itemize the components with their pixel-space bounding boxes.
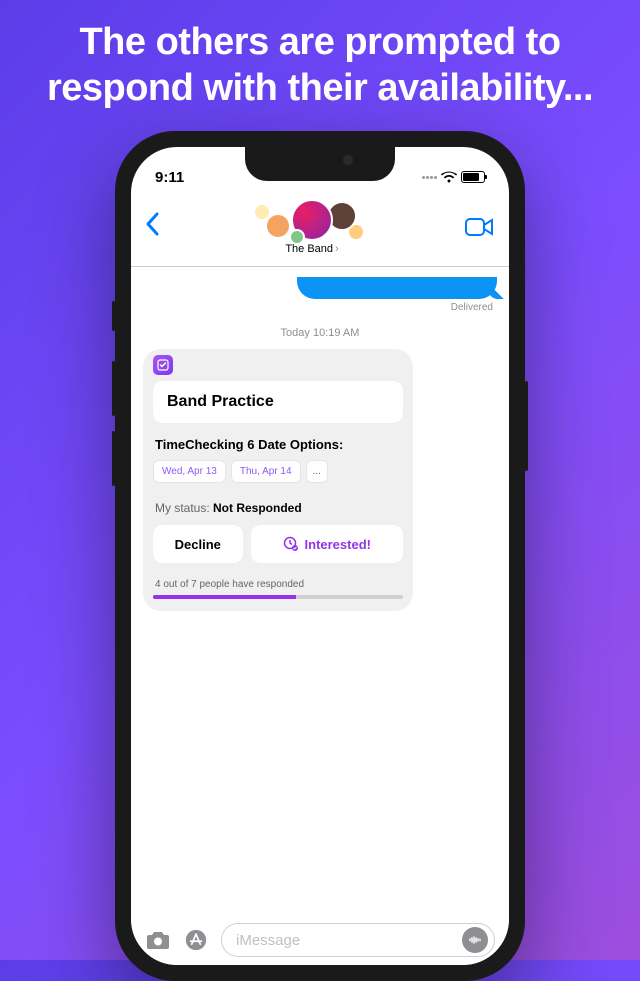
interested-button[interactable]: Interested! (251, 525, 404, 563)
battery-icon (461, 171, 485, 183)
status-indicators (422, 171, 485, 183)
delivered-status: Delivered (143, 302, 493, 313)
back-button[interactable] (145, 210, 159, 244)
outgoing-message-bubble (297, 277, 497, 299)
side-button-volume-down (112, 431, 115, 486)
wifi-icon (441, 171, 457, 183)
avatar (265, 213, 291, 239)
phone-notch (245, 147, 395, 181)
side-button-volume-up (112, 361, 115, 416)
date-option[interactable]: Wed, Apr 13 (153, 460, 226, 483)
promo-headline: The others are prompted to respond with … (0, 0, 640, 111)
side-button-power (525, 381, 528, 471)
input-area: iMessage (131, 915, 509, 965)
app-icon (153, 355, 173, 375)
app-store-icon[interactable] (183, 929, 209, 951)
input-placeholder: iMessage (236, 932, 300, 949)
avatar-cluster (247, 199, 377, 241)
video-call-button[interactable] (465, 217, 495, 237)
clock-icon (283, 536, 299, 552)
my-status: My status: Not Responded (153, 501, 403, 515)
messages-area[interactable]: Delivered Today 10:19 AM Band Practice T… (131, 267, 509, 847)
date-option[interactable]: Thu, Apr 14 (231, 460, 301, 483)
signal-icon (422, 176, 437, 179)
avatar (289, 229, 305, 245)
side-button-silent (112, 301, 115, 331)
status-value: Not Responded (213, 501, 302, 515)
app-message-card[interactable]: Band Practice TimeChecking 6 Date Option… (143, 349, 413, 611)
decline-button[interactable]: Decline (153, 525, 243, 563)
status-time: 9:11 (155, 169, 184, 186)
phone-screen: 9:11 (131, 147, 509, 965)
message-input[interactable]: iMessage (221, 923, 495, 957)
progress-bar (153, 595, 403, 599)
chevron-right-icon: › (335, 243, 339, 255)
more-dates-button[interactable]: ... (306, 460, 328, 483)
progress-fill (153, 595, 296, 599)
action-buttons: Decline Interested! (153, 525, 403, 563)
nav-header: The Band › (131, 195, 509, 267)
response-count: 4 out of 7 people have responded (153, 579, 403, 590)
phone-frame: 9:11 (115, 131, 525, 981)
timestamp: Today 10:19 AM (143, 327, 497, 339)
timecheck-label: TimeChecking 6 Date Options: (153, 437, 403, 452)
camera-icon[interactable] (145, 929, 171, 951)
date-options: Wed, Apr 13 Thu, Apr 14 ... (153, 460, 403, 483)
event-title: Band Practice (153, 381, 403, 423)
mic-button[interactable] (462, 927, 488, 953)
group-info[interactable]: The Band › (247, 199, 377, 255)
